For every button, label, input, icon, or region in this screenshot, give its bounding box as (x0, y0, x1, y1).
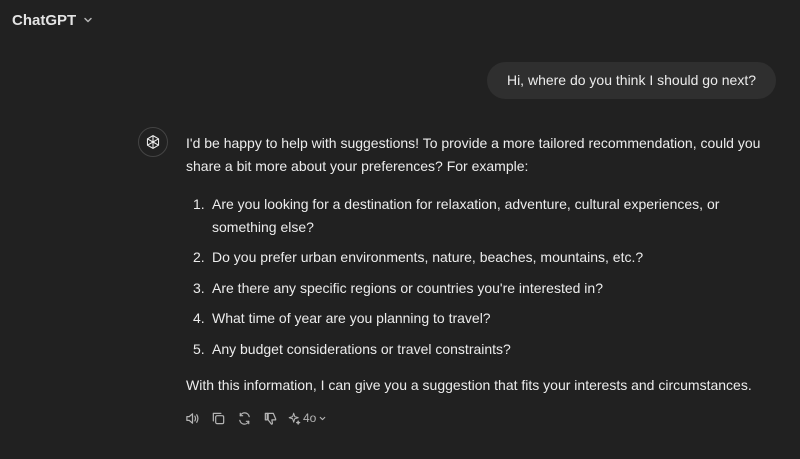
read-aloud-button[interactable] (184, 410, 200, 426)
app-title: ChatGPT (12, 11, 77, 29)
assistant-intro: I'd be happy to help with suggestions! T… (186, 135, 761, 174)
chevron-down-icon (84, 17, 92, 23)
list-number: 3. (193, 279, 205, 296)
user-message-bubble: Hi, where do you think I should go next? (486, 62, 776, 99)
list-text: Are there any specific regions or countr… (212, 279, 603, 296)
list-number: 1. (193, 196, 205, 212)
regenerate-button[interactable] (236, 410, 252, 426)
sparkle-icon (288, 412, 301, 425)
list-number: 2. (193, 249, 205, 265)
list-item: 1. Are you looking for a destination for … (186, 193, 776, 238)
openai-logo-icon (146, 135, 160, 149)
model-selector[interactable]: ChatGPT (12, 8, 94, 32)
list-number: 5. (193, 340, 205, 357)
list-number: 4. (193, 310, 205, 326)
list-item: 5. Any budget considerations or travel co… (186, 338, 776, 361)
thumbs-down-icon (264, 412, 276, 425)
assistant-avatar (138, 127, 168, 157)
model-switcher-button[interactable]: 4o (288, 411, 327, 425)
model-label: 4o (303, 411, 317, 425)
list-text: Do you prefer urban environments, nature… (212, 249, 644, 265)
list-item: 4. What time of year are you planning to … (186, 307, 776, 330)
assistant-outro: With this information, I can give you a … (186, 377, 752, 393)
copy-button[interactable] (210, 410, 226, 426)
suggestion-list: 1. Are you looking for a destination for … (186, 193, 776, 360)
copy-icon (212, 412, 224, 424)
list-text: Are you looking for a destination for re… (212, 196, 720, 235)
assistant-message: I'd be happy to help with suggestions! T… (186, 132, 776, 397)
list-text: What time of year are you planning to tr… (212, 310, 491, 326)
list-text: Any budget considerations or travel cons… (212, 340, 511, 357)
chevron-down-icon (320, 416, 326, 420)
speaker-icon (185, 412, 198, 424)
dislike-button[interactable] (262, 410, 278, 426)
refresh-icon (238, 411, 250, 425)
list-item: 3. Are there any specific regions or coun… (186, 277, 776, 300)
list-item: 2. Do you prefer urban environments, natu… (186, 246, 776, 269)
message-actions: 4o (184, 410, 327, 426)
